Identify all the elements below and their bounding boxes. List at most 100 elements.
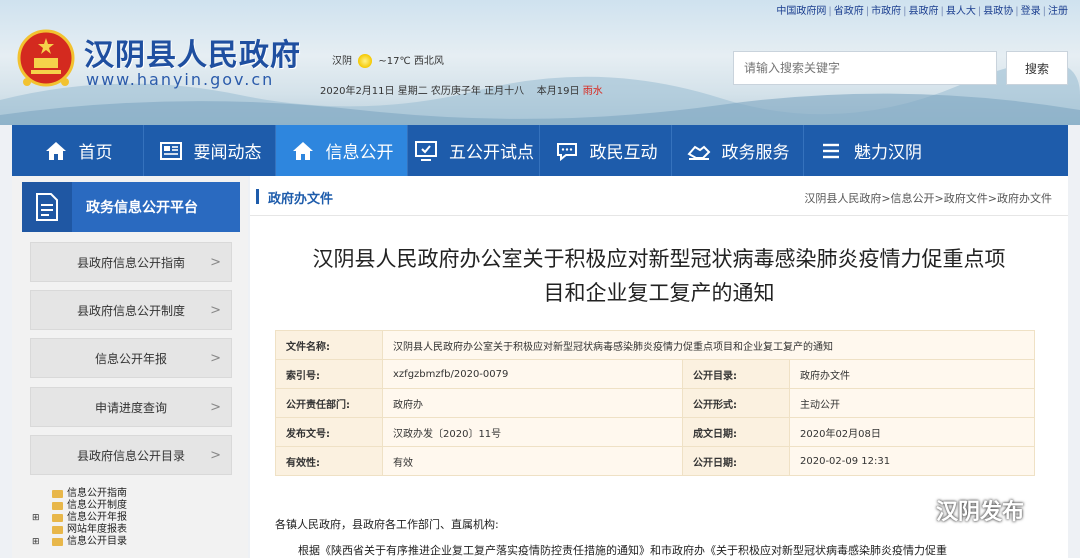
meta-value: 2020-02-09 12:31 <box>789 446 1035 476</box>
sidebar-item-catalog[interactable]: 县政府信息公开目录 > <box>30 435 232 475</box>
nav-charm[interactable]: 魅力汉阴 <box>804 125 936 176</box>
expand-icon[interactable]: ⊞ <box>32 536 42 548</box>
tree-item-label: 信息公开指南 <box>67 488 127 499</box>
wechat-watermark: 汉阴发布 <box>892 494 1024 526</box>
nav-interaction[interactable]: 政民互动 <box>540 125 672 176</box>
platform-header: 政务信息公开平台 <box>22 182 240 232</box>
folder-icon <box>52 490 63 498</box>
sidebar: 政务信息公开平台 县政府信息公开指南 > 县政府信息公开制度 > 信息公开年报 … <box>12 176 248 558</box>
toplink-renda[interactable]: 县人大 <box>946 6 976 17</box>
sidebar-item-system[interactable]: 县政府信息公开制度 > <box>30 290 232 330</box>
sidebar-item-guide[interactable]: 县政府信息公开指南 > <box>30 242 232 282</box>
table-row: 有效性: 有效 公开日期: 2020-02-09 12:31 <box>275 446 1035 476</box>
search-button[interactable]: 搜索 <box>1006 51 1068 85</box>
platform-icon-box <box>22 182 72 232</box>
chevron-right-icon: > <box>210 255 221 270</box>
chevron-right-icon: > <box>210 400 221 415</box>
news-icon <box>159 141 182 160</box>
expand-icon[interactable]: ⊞ <box>32 512 42 524</box>
meta-key: 公开目录: <box>682 359 790 389</box>
home-icon <box>45 141 66 160</box>
folder-icon <box>52 538 63 546</box>
login-link[interactable]: 登录 <box>1021 6 1041 17</box>
wechat-icon <box>892 495 928 523</box>
sun-icon <box>358 54 373 68</box>
tree-item[interactable]: 信息公开制度 <box>32 500 127 512</box>
toplink-gov[interactable]: 中国政府网 <box>776 6 826 17</box>
weather-city: 汉阴 <box>332 56 352 67</box>
document-title: 汉阴县人民政府办公室关于积极应对新型冠状病毒感染肺炎疫情力促重点项 目和企业复工… <box>270 242 1048 310</box>
chevron-right-icon: > <box>210 303 221 318</box>
section-title: 政府办文件 <box>268 192 334 207</box>
breadcrumb[interactable]: 汉阴县人民政府>信息公开>政府文件>政府办文件 <box>804 190 1052 206</box>
meta-value: xzfgzbmzfb/2020-0079 <box>382 359 683 389</box>
chevron-right-icon: > <box>210 351 221 366</box>
nav-five-open[interactable]: 五公开试点 <box>408 125 540 176</box>
toplink-zhengxie[interactable]: 县政协 <box>983 6 1013 17</box>
sidebar-item-progress-query[interactable]: 申请进度查询 > <box>30 387 232 427</box>
date-text: 2020年2月11日 星期二 农历庚子年 正月十八 <box>320 86 525 97</box>
sidebar-item-label: 县政府信息公开指南 <box>76 255 185 270</box>
tree-item[interactable]: 信息公开指南 <box>32 488 127 500</box>
search-input[interactable] <box>733 51 997 85</box>
solar-term-highlight: 雨水 <box>582 86 603 97</box>
table-row: 文件名称: 汉阴县人民政府办公室关于积极应对新型冠状病毒感染肺炎疫情力促重点项目… <box>275 330 1035 360</box>
folder-icon <box>52 502 63 510</box>
toplink-county[interactable]: 县政府 <box>909 6 939 17</box>
document-icon <box>36 193 58 221</box>
monitor-icon <box>415 140 437 161</box>
chevron-right-icon: > <box>210 448 221 463</box>
document-paragraph: 根据《陕西省关于有序推进企业复工复产落实疫情防控责任措施的通知》和市政府办《关于… <box>298 544 947 557</box>
toplink-city[interactable]: 市政府 <box>871 6 901 17</box>
meta-key: 公开责任部门: <box>275 388 383 418</box>
folder-icon <box>52 526 63 534</box>
nav-news[interactable]: 要闻动态 <box>144 125 276 176</box>
document-greeting: 各镇人民政府，县政府各工作部门、直属机构: <box>275 518 499 531</box>
nav-services[interactable]: 政务服务 <box>672 125 804 176</box>
tree-item[interactable]: 网站年度报表 <box>32 524 127 536</box>
toplink-province[interactable]: 省政府 <box>834 6 864 17</box>
meta-value: 政府办文件 <box>789 359 1035 389</box>
document-meta-table: 文件名称: 汉阴县人民政府办公室关于积极应对新型冠状病毒感染肺炎疫情力促重点项目… <box>275 330 1035 476</box>
meta-key: 有效性: <box>275 446 383 476</box>
top-links: 中国政府网 | 省政府 | 市政府 | 县政府 | 县人大 | 县政协 | 登录 | 注册 <box>776 6 1068 17</box>
nav-label: 首页 <box>78 143 113 163</box>
table-row: 发布文号: 汉政办发〔2020〕11号 成文日期: 2020年02月08日 <box>275 417 1035 447</box>
tree-item-label: 信息公开目录 <box>67 536 127 547</box>
weather-temp: ~17℃ <box>378 56 411 67</box>
nav-label: 魅力汉阴 <box>854 143 922 163</box>
site-title: 汉阴县人民政府 <box>84 38 301 73</box>
document-title-line1: 汉阴县人民政府办公室关于积极应对新型冠状病毒感染肺炎疫情力促重点项 <box>312 247 1006 271</box>
table-row: 公开责任部门: 政府办 公开形式: 主动公开 <box>275 388 1035 418</box>
main-nav: 首页 要闻动态 信息公开 五公开试点 政民互动 政务服务 魅力汉阴 <box>12 125 1068 176</box>
nav-label: 信息公开 <box>325 143 394 163</box>
section-header: 政府办文件 汉阴县人民政府>信息公开>政府文件>政府办文件 <box>250 176 1068 216</box>
tree-item-label: 网站年度报表 <box>67 524 127 535</box>
meta-key: 文件名称: <box>275 330 383 360</box>
solar-term-text: 本月19日 <box>536 86 580 97</box>
site-url: www.hanyin.gov.cn <box>86 70 275 89</box>
national-emblem-icon <box>17 29 75 87</box>
meta-key: 公开形式: <box>682 388 790 418</box>
nav-home[interactable]: 首页 <box>12 125 144 176</box>
register-link[interactable]: 注册 <box>1048 6 1068 17</box>
table-row: 索引号: xzfgzbmzfb/2020-0079 公开目录: 政府办文件 <box>275 359 1035 389</box>
site-header: 中国政府网 | 省政府 | 市政府 | 县政府 | 县人大 | 县政协 | 登录 | 注册 汉阴县人民政府 … <box>0 0 1080 125</box>
tree-item[interactable]: ⊞ 信息公开目录 <box>32 536 127 548</box>
catalog-tree: 信息公开指南 信息公开制度 ⊞ 信息公开年报 网站年度报表 ⊞ 信息公开目录 <box>32 488 127 548</box>
sidebar-item-annual-report[interactable]: 信息公开年报 > <box>30 338 232 378</box>
chat-icon <box>556 142 577 161</box>
nav-info-open[interactable]: 信息公开 <box>276 125 408 176</box>
weather-widget: 汉阴 ~17℃ 西北风 <box>332 52 444 68</box>
folder-icon <box>52 514 63 522</box>
meta-key: 公开日期: <box>682 446 790 476</box>
tree-item-label: 信息公开制度 <box>67 500 127 511</box>
date-line: 2020年2月11日 星期二 农历庚子年 正月十八 本月19日 雨水 <box>320 82 603 97</box>
watermark-text: 汉阴发布 <box>936 500 1025 525</box>
tree-item[interactable]: ⊞ 信息公开年报 <box>32 512 127 524</box>
meta-value: 汉政办发〔2020〕11号 <box>382 417 683 447</box>
platform-title: 政务信息公开平台 <box>86 200 198 216</box>
handshake-icon <box>686 145 710 160</box>
meta-value: 有效 <box>382 446 683 476</box>
sidebar-item-label: 信息公开年报 <box>94 351 167 366</box>
